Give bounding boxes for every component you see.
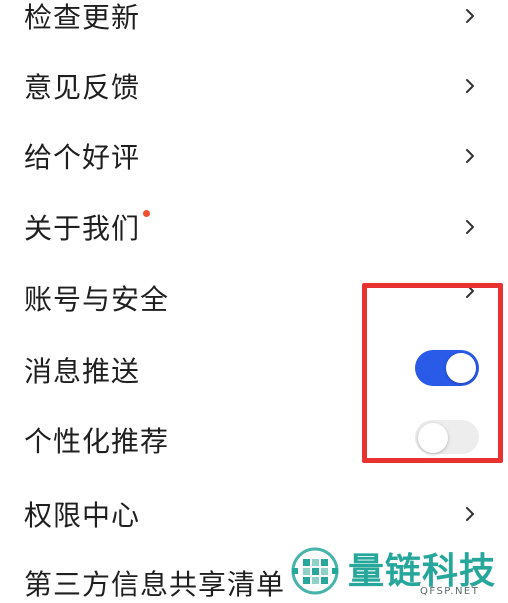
watermark-logo-icon [291, 547, 339, 595]
settings-item-label: 消息推送 [24, 355, 141, 388]
chevron-right-icon [466, 220, 474, 234]
settings-item-check-update[interactable]: 检查更新 [0, 0, 508, 46]
settings-item-label: 第三方信息共享清单 [24, 568, 286, 601]
highlight-annotation-box [362, 283, 503, 463]
chevron-right-icon [466, 149, 474, 163]
settings-item-rate[interactable]: 给个好评 [0, 126, 508, 186]
settings-item-label: 给个好评 [24, 141, 141, 174]
chevron-right-icon [466, 9, 474, 23]
chevron-right-icon [466, 507, 474, 521]
watermark-subtitle: QFSP.NET [420, 586, 480, 597]
chevron-right-icon [466, 79, 474, 93]
settings-item-permission-center[interactable]: 权限中心 [0, 484, 508, 544]
settings-item-label: 检查更新 [24, 1, 141, 34]
settings-item-label: 意见反馈 [24, 71, 141, 104]
settings-item-label: 账号与安全 [24, 283, 170, 316]
settings-item-feedback[interactable]: 意见反馈 [0, 56, 508, 116]
settings-item-label: 个性化推荐 [24, 425, 170, 458]
watermark: 量链科技 QFSP.NET [288, 540, 504, 600]
settings-item-label: 权限中心 [24, 499, 141, 532]
settings-item-label: 关于我们 [24, 212, 141, 245]
settings-item-about[interactable]: 关于我们 [0, 197, 508, 257]
notification-dot [143, 210, 150, 217]
settings-screen: 检查更新 意见反馈 给个好评 关于我们 账号与安全 消息推送 个性化推荐 权限中… [0, 0, 508, 603]
